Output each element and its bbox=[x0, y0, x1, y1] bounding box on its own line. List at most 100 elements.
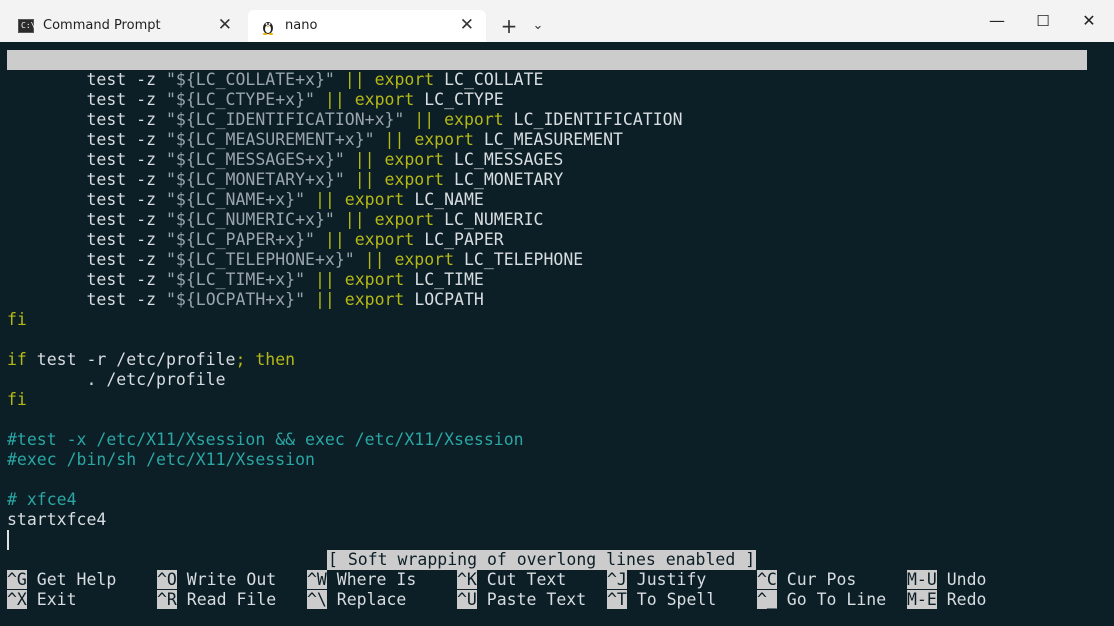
tab-label: nano bbox=[285, 18, 318, 33]
shortcut-cut-text[interactable]: ^K Cut Text bbox=[457, 570, 566, 590]
code-string: "${LOCPATH+x}" bbox=[165, 290, 306, 309]
code-comment: #exec /bin/sh /etc/X11/Xsession bbox=[7, 450, 315, 469]
shortcut-key: ^K bbox=[457, 570, 477, 589]
shortcut-label: Justify bbox=[626, 570, 707, 589]
code-keyword: || export bbox=[314, 90, 425, 109]
code-line: test -z "${LC_CTYPE+x}" || export LC_CTY… bbox=[7, 90, 503, 110]
shortcut-label: Undo bbox=[936, 570, 987, 589]
shortcut-get-help[interactable]: ^G Get Help bbox=[7, 570, 116, 590]
shortcut-read-file[interactable]: ^R Read File bbox=[157, 590, 276, 610]
code-comment: # xfce4 bbox=[7, 490, 77, 509]
minimize-button[interactable]: — bbox=[974, 6, 1020, 36]
code-text: test -z bbox=[7, 250, 166, 269]
code-text: LC_PAPER bbox=[424, 230, 504, 249]
code-keyword: || export bbox=[334, 210, 445, 229]
code-string: "${LC_MONETARY+x}" bbox=[165, 170, 345, 189]
code-line: test -z "${LC_NAME+x}" || export LC_NAME bbox=[7, 190, 483, 210]
linux-penguin-icon bbox=[260, 19, 276, 35]
code-text: test -z bbox=[7, 270, 166, 289]
code-text: LC_COLLATE bbox=[444, 70, 544, 89]
shortcut-key: ^_ bbox=[757, 590, 777, 609]
tab-nano[interactable]: nano ✕ bbox=[248, 10, 486, 42]
code-text: test -z bbox=[7, 110, 166, 129]
shortcut-key: ^R bbox=[157, 590, 177, 609]
shortcut-key: ^U bbox=[457, 590, 477, 609]
shortcut-undo[interactable]: M-U Undo bbox=[907, 570, 986, 590]
code-line: test -z "${LC_TELEPHONE+x}" || export LC… bbox=[7, 250, 583, 270]
code-keyword: || export bbox=[344, 150, 455, 169]
shortcut-key: ^G bbox=[7, 570, 27, 589]
code-string: "${LC_COLLATE+x}" bbox=[165, 70, 335, 89]
shortcut-where-is[interactable]: ^W Where Is bbox=[307, 570, 416, 590]
shortcut-cur-pos[interactable]: ^C Cur Pos bbox=[757, 570, 856, 590]
code-keyword: || export bbox=[305, 190, 415, 209]
code-keyword: || export bbox=[305, 270, 415, 289]
code-line: startxfce4 bbox=[7, 510, 107, 529]
terminal-content[interactable]: GNU nano 4.8 /etc/xrdp/startwm.sh test -… bbox=[0, 42, 1114, 626]
code-string: "${LC_NUMERIC+x}" bbox=[165, 210, 335, 229]
tab-label: Command Prompt bbox=[43, 18, 161, 33]
code-text: LC_TELEPHONE bbox=[463, 250, 584, 269]
code-text: LC_MEASUREMENT bbox=[483, 130, 623, 149]
shortcut-label: Where Is bbox=[326, 570, 417, 589]
code-keyword: || export bbox=[344, 170, 455, 189]
shortcut-exit[interactable]: ^X Exit bbox=[7, 590, 77, 610]
code-text: LC_TIME bbox=[414, 270, 484, 289]
shortcut-go-to-line[interactable]: ^_ Go To Line bbox=[757, 590, 886, 610]
shortcut-key: ^\ bbox=[307, 590, 327, 609]
code-line: test -z "${LC_COLLATE+x}" || export LC_C… bbox=[7, 70, 543, 90]
shortcut-key: M-U bbox=[907, 570, 937, 589]
shortcut-key: ^C bbox=[757, 570, 777, 589]
shortcut-to-spell[interactable]: ^T To Spell bbox=[607, 590, 716, 610]
new-tab-button[interactable]: + bbox=[497, 12, 521, 40]
code-string: "${LC_MESSAGES+x}" bbox=[165, 150, 345, 169]
shortcut-label: Read File bbox=[176, 590, 277, 609]
shortcut-label: Go To Line bbox=[776, 590, 887, 609]
chevron-down-icon[interactable]: ⌄ bbox=[528, 12, 548, 40]
shortcut-write-out[interactable]: ^O Write Out bbox=[157, 570, 276, 590]
code-keyword: if bbox=[7, 350, 27, 369]
code-line: test -z "${LC_MESSAGES+x}" || export LC_… bbox=[7, 150, 563, 170]
code-keyword: || export bbox=[354, 250, 464, 269]
code-string: "${LC_TELEPHONE+x}" bbox=[165, 250, 355, 269]
code-line: . /etc/profile bbox=[7, 370, 226, 389]
shortcut-label: Get Help bbox=[26, 570, 117, 589]
code-keyword: ; then bbox=[235, 350, 296, 369]
close-window-button[interactable]: ✕ bbox=[1066, 6, 1112, 36]
shortcut-label: Cur Pos bbox=[776, 570, 857, 589]
close-tab-icon[interactable]: ✕ bbox=[218, 15, 232, 35]
shortcut-key: ^J bbox=[607, 570, 627, 589]
code-text: test -z bbox=[7, 70, 166, 89]
code-line: test -z "${LOCPATH+x}" || export LOCPATH bbox=[7, 290, 484, 310]
code-string: "${LC_NAME+x}" bbox=[165, 190, 306, 209]
code-line: test -z "${LC_NUMERIC+x}" || export LC_N… bbox=[7, 210, 543, 230]
code-text: test -z bbox=[7, 150, 166, 169]
code-text: test -r /etc/profile bbox=[26, 350, 236, 369]
code-text: LC_MONETARY bbox=[454, 170, 564, 189]
shortcut-paste-text[interactable]: ^U Paste Text bbox=[457, 590, 586, 610]
shortcut-justify[interactable]: ^J Justify bbox=[607, 570, 706, 590]
code-text: test -z bbox=[7, 290, 166, 309]
title-bar[interactable]: C:\ Command Prompt ✕ nano ✕ + ⌄ — ☐ ✕ bbox=[0, 0, 1114, 42]
shortcut-key: M-E bbox=[907, 590, 937, 609]
code-string: "${LC_CTYPE+x}" bbox=[165, 90, 315, 109]
shortcut-label: Cut Text bbox=[476, 570, 567, 589]
shortcut-redo[interactable]: M-E Redo bbox=[907, 590, 986, 610]
shortcut-label: To Spell bbox=[626, 590, 717, 609]
shortcut-label: Redo bbox=[936, 590, 987, 609]
code-string: "${LC_PAPER+x}" bbox=[165, 230, 315, 249]
close-tab-icon[interactable]: ✕ bbox=[460, 15, 474, 35]
shortcut-replace[interactable]: ^\ Replace bbox=[307, 590, 406, 610]
shortcut-label: Exit bbox=[26, 590, 77, 609]
terminal-window: C:\ Command Prompt ✕ nano ✕ + ⌄ — ☐ ✕ GN… bbox=[0, 0, 1114, 626]
status-message: [ Soft wrapping of overlong lines enable… bbox=[327, 550, 757, 570]
code-string: "${LC_IDENTIFICATION+x}" bbox=[165, 110, 405, 129]
shortcut-key: ^W bbox=[307, 570, 327, 589]
tab-command-prompt[interactable]: C:\ Command Prompt ✕ bbox=[6, 10, 244, 42]
nano-header-bar: GNU nano 4.8 /etc/xrdp/startwm.sh bbox=[7, 50, 1087, 109]
maximize-button[interactable]: ☐ bbox=[1020, 6, 1066, 36]
code-text: test -z bbox=[7, 170, 166, 189]
code-keyword: || export bbox=[314, 230, 425, 249]
code-text: LOCPATH bbox=[414, 290, 484, 309]
code-text: test -z bbox=[7, 230, 166, 249]
